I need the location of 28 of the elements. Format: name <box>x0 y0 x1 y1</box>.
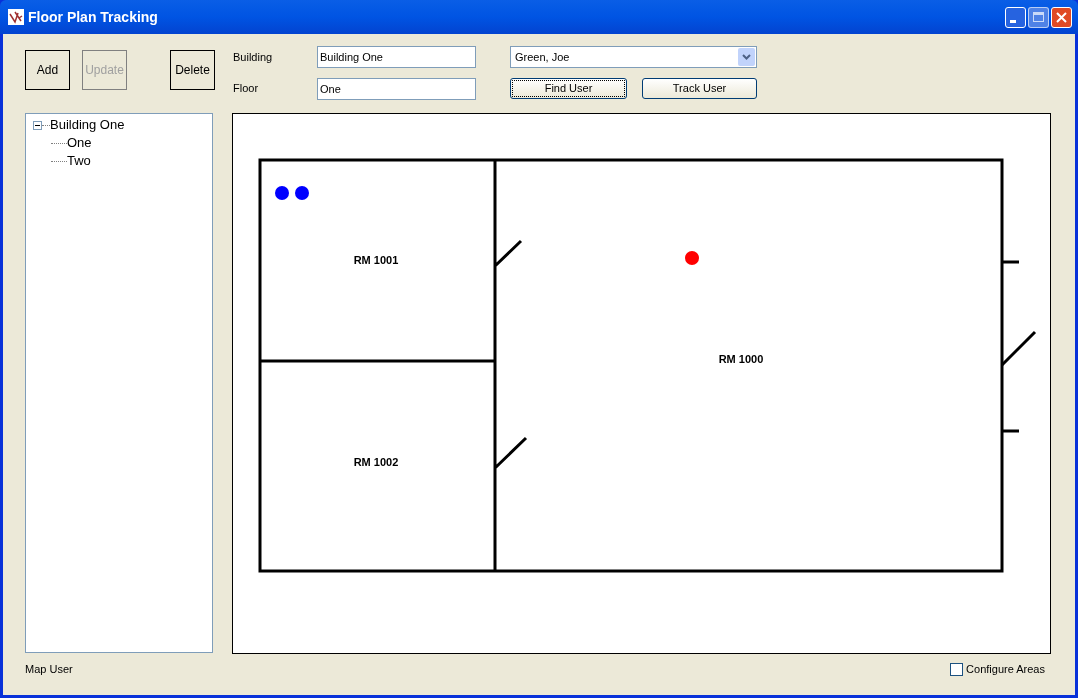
building-field[interactable]: Building One <box>317 46 476 68</box>
window-title: Floor Plan Tracking <box>28 7 158 27</box>
toolbar-button[interactable]: Add <box>25 50 70 90</box>
user-marker[interactable] <box>295 186 309 200</box>
tree-item[interactable]: One <box>67 135 92 151</box>
track-user-button[interactable]: Track User <box>642 78 757 99</box>
toolbar-button[interactable]: Delete <box>170 50 215 90</box>
field-label: Floor <box>233 81 260 97</box>
tree-item[interactable]: Two <box>67 153 91 169</box>
app-icon <box>8 9 24 25</box>
field-label: Building <box>233 49 274 65</box>
minimize-button[interactable] <box>1005 6 1026 28</box>
find-user-button[interactable]: Find User <box>510 78 627 99</box>
room-label: RM 1001 <box>353 253 399 266</box>
collapse-icon[interactable] <box>33 120 42 130</box>
room-label: RM 1000 <box>718 352 764 365</box>
close-icon <box>1056 11 1067 23</box>
close-button[interactable] <box>1051 6 1072 28</box>
user-dropdown[interactable]: Green, Joe <box>510 46 757 68</box>
user-marker[interactable] <box>275 186 289 200</box>
floor-field[interactable]: One <box>317 77 476 100</box>
status-text: Map User <box>25 661 73 677</box>
user-marker[interactable] <box>685 251 699 265</box>
checkbox-label: Configure Areas <box>966 661 1045 677</box>
configure-checkbox[interactable] <box>950 662 964 676</box>
room-label: RM 1002 <box>353 455 399 468</box>
tree-item[interactable]: Building One <box>50 117 125 133</box>
maximize-button[interactable] <box>1028 6 1049 28</box>
